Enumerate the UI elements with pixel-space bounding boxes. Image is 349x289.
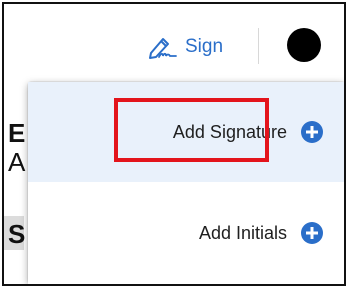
menu-item-label: Add Initials [198,222,287,243]
sign-button[interactable]: Sign [145,32,223,62]
background-fragment: A [8,147,26,177]
background-fragment: S [8,219,26,249]
screenshot-frame: Sign E A S E A N Add Signature Add Initi… [2,2,346,286]
menu-item-add-signature[interactable]: Add Signature [28,82,344,182]
add-circle-icon [301,222,323,244]
toolbar-divider [258,28,259,64]
add-circle-icon [301,121,323,143]
menu-item-label: Add Signature [172,121,287,142]
avatar[interactable] [287,28,321,62]
background-fragment: E [8,118,26,148]
menu-item-add-initials[interactable]: Add Initials [28,182,344,284]
sign-dropdown-menu: Add Signature Add Initials [28,82,344,284]
sign-label: Sign [185,36,224,57]
signature-pen-icon [149,38,177,59]
